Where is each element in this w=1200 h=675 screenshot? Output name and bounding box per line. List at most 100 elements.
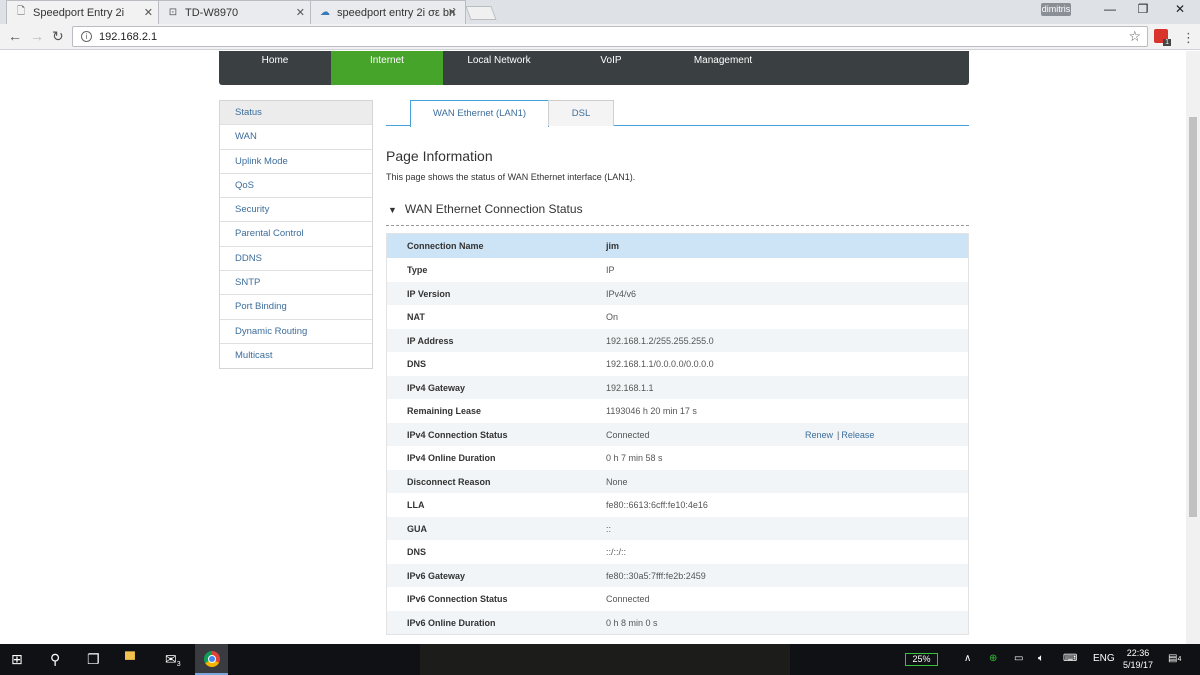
window-close-icon[interactable]: ✕ — [1165, 2, 1195, 16]
table-row: GUA:: — [387, 516, 968, 540]
tab-wan-ethernet[interactable]: WAN Ethernet (LAN1) — [410, 100, 549, 127]
address-bar[interactable]: i 192.168.2.1 ☆ — [72, 26, 1148, 47]
table-header-row: Connection Name jim — [387, 234, 968, 258]
close-icon[interactable]: ✕ — [296, 6, 305, 19]
table-row: IPv6 Gateway fe80::30a5:7fff:fe2b:2459 — [387, 563, 968, 587]
lease-actions: Renew | Release — [805, 430, 874, 440]
row-key: IPv6 Online Duration — [407, 617, 496, 628]
row-value: 192.168.1.2/255.255.255.0 — [606, 335, 714, 346]
row-value: fe80::6613:6cff:fe10:4e16 — [606, 500, 708, 510]
table-row: IPv6 Connection Status Connected — [387, 587, 968, 611]
forward-arrow-icon[interactable]: → — [30, 28, 44, 44]
notifications-badge: 4 — [1177, 656, 1182, 663]
back-arrow-icon[interactable]: ← — [8, 28, 22, 44]
url-text: 192.168.2.1 — [99, 30, 158, 43]
page-description: This page shows the status of WAN Ethern… — [386, 172, 636, 182]
network-icon[interactable]: ▭ — [1014, 653, 1023, 664]
row-value: IPv4/v6 — [606, 288, 637, 299]
row-key: Connection Name — [407, 241, 484, 251]
minimize-icon[interactable]: — — [1095, 2, 1125, 16]
close-icon[interactable]: ✕ — [144, 6, 153, 19]
browser-tab-title: Speedport Entry 2i — [33, 6, 125, 19]
nav-management[interactable]: Management — [667, 51, 779, 85]
section-header[interactable]: ▼ WAN Ethernet Connection Status — [386, 202, 969, 226]
table-row: Disconnect Reason None — [387, 469, 968, 493]
row-key: IPv6 Connection Status — [407, 594, 508, 604]
browser-tab-speedport[interactable]: 🗋 Speedport Entry 2i ✕ — [6, 0, 162, 24]
table-row: DNS::/::/:: — [387, 540, 968, 564]
row-key: IPv4 Connection Status — [407, 429, 508, 440]
language-indicator[interactable]: ENG — [1093, 653, 1115, 664]
chrome-icon — [204, 651, 220, 667]
row-key: IPv4 Gateway — [407, 382, 466, 393]
sidebar-item-wan[interactable]: WAN — [220, 125, 372, 150]
renew-link[interactable]: Renew — [805, 430, 833, 440]
browser-toolbar: ← → ↻ i 192.168.2.1 ☆ 1 ⋮ — [0, 24, 1200, 50]
mail-icon[interactable]: ✉3 — [165, 651, 181, 668]
windows-start-icon[interactable]: ⊞ — [11, 651, 23, 668]
chevron-up-icon[interactable]: ∧ — [964, 653, 971, 664]
file-explorer-icon[interactable]: ▀ — [125, 651, 135, 667]
sidebar-item-port-binding[interactable]: Port Binding — [220, 295, 372, 320]
collapse-triangle-icon[interactable]: ▼ — [388, 205, 397, 215]
clock-date: 5/19/17 — [1122, 660, 1154, 670]
browser-menu-icon[interactable]: ⋮ — [1182, 30, 1195, 46]
nav-local-network[interactable]: Local Network — [443, 51, 555, 85]
scrollbar-thumb[interactable] — [1189, 117, 1197, 517]
forum-icon: ☁ — [320, 7, 330, 18]
volume-icon[interactable]: 🔈︎ — [1038, 653, 1044, 664]
table-row: IPv4 Online Duration 0 h 7 min 58 s — [387, 446, 968, 470]
nav-home[interactable]: Home — [219, 51, 331, 85]
keyboard-icon[interactable]: ⌨ — [1063, 653, 1077, 664]
nav-internet[interactable]: Internet — [331, 51, 443, 85]
row-value: 1193046 h 20 min 17 s — [606, 406, 697, 416]
row-value: 192.168.1.1 — [606, 382, 654, 393]
mail-badge: 3 — [176, 661, 181, 668]
sidebar-item-uplink-mode[interactable]: Uplink Mode — [220, 150, 372, 174]
row-value: Connected — [606, 429, 650, 440]
search-icon[interactable]: ⚲ — [50, 651, 60, 668]
main-nav: Home Internet Local Network VoIP Managem… — [219, 51, 969, 85]
browser-tab-title: TD-W8970 — [185, 6, 239, 19]
browser-tab-forum[interactable]: ☁ speedport entry 2i σε bri ✕ — [310, 0, 466, 24]
action-separator: | — [837, 429, 840, 440]
row-key: IPv6 Gateway — [407, 570, 466, 581]
task-view-icon[interactable]: ❐ — [87, 651, 100, 668]
sidebar-item-multicast[interactable]: Multicast — [220, 344, 372, 368]
sidebar-item-dynamic-routing[interactable]: Dynamic Routing — [220, 320, 372, 344]
sidebar-item-status[interactable]: Status — [220, 101, 372, 126]
sidebar-item-ddns[interactable]: DDNS — [220, 247, 372, 272]
sidebar-item-sntp[interactable]: SNTP — [220, 271, 372, 296]
row-value: fe80::30a5:7fff:fe2b:2459 — [606, 570, 706, 581]
release-link[interactable]: Release — [841, 430, 874, 440]
table-row: DNS 192.168.1.1/0.0.0.0/0.0.0.0 — [387, 352, 968, 376]
extension-icon[interactable]: 1 — [1154, 29, 1171, 46]
close-icon[interactable]: ✕ — [448, 6, 457, 19]
sidebar-item-parental-control[interactable]: Parental Control — [220, 222, 372, 247]
bookmark-star-icon[interactable]: ☆ — [1128, 28, 1141, 45]
sidebar-item-qos[interactable]: QoS — [220, 174, 372, 199]
clock[interactable]: 22:36 5/19/17 — [1118, 647, 1158, 671]
row-value: Connected — [606, 594, 650, 604]
browser-tab-tdw8970[interactable]: ⊡ TD-W8970 ✕ — [158, 0, 314, 24]
sidebar-item-security[interactable]: Security — [220, 198, 372, 223]
table-row: LLA fe80::6613:6cff:fe10:4e16 — [387, 493, 968, 517]
notifications-icon[interactable]: ▤4 — [1168, 653, 1181, 664]
reload-icon[interactable]: ↻ — [52, 28, 64, 45]
table-row: Remaining Lease 1193046 h 20 min 17 s — [387, 399, 968, 423]
row-key: IPv4 Online Duration — [407, 453, 496, 463]
globe-icon[interactable]: ⊕ — [989, 653, 997, 664]
profile-button[interactable]: dimitris — [1041, 3, 1071, 16]
chrome-taskbar-button[interactable] — [195, 644, 228, 675]
tab-dsl[interactable]: DSL — [548, 100, 614, 126]
maximize-icon[interactable]: ❐ — [1128, 2, 1158, 16]
page-viewport: Home Internet Local Network VoIP Managem… — [0, 51, 1200, 644]
new-tab-button[interactable] — [465, 6, 497, 20]
sidebar: Status WAN Uplink Mode QoS Security Pare… — [219, 100, 373, 370]
page-title: Page Information — [386, 148, 493, 164]
page-scrollbar[interactable] — [1186, 51, 1200, 644]
row-key: Disconnect Reason — [407, 476, 491, 487]
info-icon[interactable]: i — [81, 31, 92, 42]
nav-voip[interactable]: VoIP — [555, 51, 667, 85]
battery-indicator[interactable]: 25% — [905, 653, 938, 666]
